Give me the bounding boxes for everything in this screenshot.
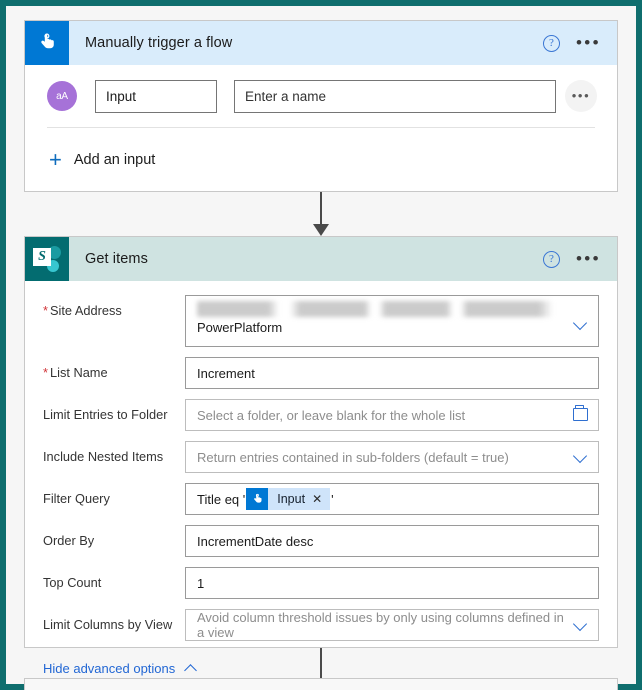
- filter-query-input[interactable]: Title eq ' Input ✕ ': [185, 483, 599, 515]
- connector-arrow-icon: [313, 224, 329, 236]
- tap-hand-icon: [25, 21, 69, 65]
- chevron-down-icon[interactable]: [573, 316, 588, 331]
- text-input-type-avatar: aA: [47, 81, 77, 111]
- field-label-include-nested-items: Include Nested Items: [43, 449, 164, 464]
- field-row-include-nested-items: Include Nested Items Return entries cont…: [25, 441, 617, 473]
- dynamic-content-token[interactable]: Input ✕: [246, 488, 331, 510]
- required-marker: *: [43, 303, 48, 318]
- field-row-filter-query: Filter Query Title eq ' Input ✕ ': [25, 483, 617, 515]
- trigger-title: Manually trigger a flow: [85, 35, 233, 51]
- get-items-title: Get items: [85, 251, 148, 267]
- field-row-top-count: Top Count 1: [25, 567, 617, 599]
- list-name-dropdown[interactable]: Increment: [185, 357, 599, 389]
- redacted-site-url: [197, 301, 553, 317]
- folder-icon[interactable]: [573, 405, 588, 421]
- flow-canvas: Manually trigger a flow ? ••• aA Input E…: [6, 6, 636, 690]
- next-action-card-partial[interactable]: [24, 678, 618, 690]
- filter-query-content: Title eq ' Input ✕ ': [197, 488, 334, 510]
- limit-entries-to-folder-picker[interactable]: Select a folder, or leave blank for the …: [185, 399, 599, 431]
- field-label-filter-query: Filter Query: [43, 491, 110, 506]
- input-value-field[interactable]: Enter a name: [234, 79, 556, 113]
- field-label-limit-entries-to-folder: Limit Entries to Folder: [43, 407, 168, 422]
- hide-advanced-options-label: Hide advanced options: [43, 661, 176, 676]
- field-label-list-name: * List Name: [43, 365, 108, 380]
- flow-designer-screenshot: Manually trigger a flow ? ••• aA Input E…: [0, 0, 642, 690]
- help-circle-icon[interactable]: ?: [542, 34, 560, 52]
- help-circle-icon[interactable]: ?: [542, 250, 560, 268]
- trigger-card-header[interactable]: Manually trigger a flow ? •••: [25, 21, 617, 65]
- field-row-list-name: * List Name Increment: [25, 357, 617, 389]
- field-label-limit-columns-by-view: Limit Columns by View: [43, 617, 173, 632]
- connector-line-1: [320, 192, 322, 228]
- include-nested-items-placeholder: Return entries contained in sub-folders …: [197, 449, 509, 465]
- field-row-limit-entries-to-folder: Limit Entries to Folder Select a folder,…: [25, 399, 617, 431]
- get-items-card-header[interactable]: S Get items ? •••: [25, 237, 617, 281]
- input-name-field[interactable]: Input: [95, 79, 217, 113]
- ellipsis-icon: •••: [571, 88, 591, 103]
- trigger-ellipsis-icon[interactable]: •••: [576, 34, 605, 51]
- include-nested-items-dropdown[interactable]: Return entries contained in sub-folders …: [185, 441, 599, 473]
- sharepoint-icon: S: [25, 237, 69, 281]
- field-row-limit-columns-by-view: Limit Columns by View Avoid column thres…: [25, 609, 617, 641]
- order-by-input[interactable]: IncrementDate desc: [185, 525, 599, 557]
- get-items-header-actions: ? •••: [542, 237, 605, 281]
- get-items-ellipsis-icon[interactable]: •••: [576, 250, 605, 267]
- filter-query-suffix: ': [331, 491, 334, 507]
- tap-hand-icon: [246, 488, 269, 510]
- add-input-label: Add an input: [73, 152, 156, 168]
- field-label-top-count: Top Count: [43, 575, 102, 590]
- input-row-more-button[interactable]: •••: [565, 80, 597, 112]
- close-icon[interactable]: ✕: [312, 492, 330, 506]
- field-label-site-address: * Site Address: [43, 303, 122, 318]
- token-label: Input: [277, 492, 306, 506]
- field-label-order-by: Order By: [43, 533, 95, 548]
- get-items-form: * Site Address PowerPlatform * List Name I…: [25, 281, 617, 676]
- trigger-input-row: aA Input Enter a name •••: [25, 65, 617, 127]
- filter-query-prefix: Title eq ': [197, 491, 246, 507]
- plus-icon: +: [49, 147, 62, 172]
- field-row-site-address: * Site Address PowerPlatform: [25, 295, 617, 347]
- top-count-input[interactable]: 1: [185, 567, 599, 599]
- limit-columns-by-view-dropdown[interactable]: Avoid column threshold issues by only us…: [185, 609, 599, 641]
- limit-columns-placeholder: Avoid column threshold issues by only us…: [197, 610, 564, 640]
- limit-entries-placeholder: Select a folder, or leave blank for the …: [197, 407, 466, 423]
- site-address-value: PowerPlatform: [197, 320, 283, 335]
- chevron-down-icon[interactable]: [573, 617, 588, 632]
- trigger-header-actions: ? •••: [542, 21, 605, 65]
- trigger-card[interactable]: Manually trigger a flow ? ••• aA Input E…: [24, 20, 618, 192]
- get-items-card[interactable]: S Get items ? ••• * Site Address PowerPl…: [24, 236, 618, 676]
- chevron-down-icon[interactable]: [573, 449, 588, 464]
- site-address-dropdown[interactable]: PowerPlatform: [185, 295, 599, 347]
- field-row-order-by: Order By IncrementDate desc: [25, 525, 617, 557]
- chevron-up-icon: [184, 662, 197, 675]
- required-marker: *: [43, 365, 48, 380]
- trigger-body: aA Input Enter a name ••• + Add an input: [25, 65, 617, 192]
- add-an-input-button[interactable]: + Add an input: [25, 128, 617, 192]
- sharepoint-icon-letter: S: [33, 248, 51, 266]
